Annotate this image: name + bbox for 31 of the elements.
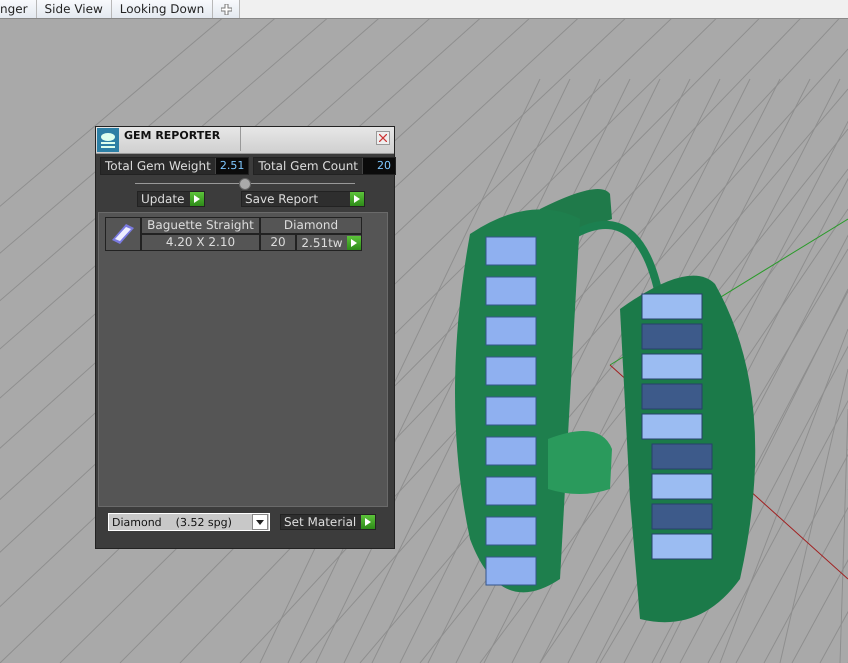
gem-count: 20	[260, 234, 296, 251]
material-dropdown[interactable]: Diamond (3.52 spg)	[108, 513, 270, 531]
caret-icon	[256, 520, 264, 524]
action-button[interactable]: Update	[137, 191, 205, 207]
baguette-gem-icon	[110, 222, 136, 246]
splitter-handle[interactable]	[239, 178, 251, 190]
set-material-button[interactable]: Set Material	[280, 514, 376, 530]
stat-value: 2.51	[214, 158, 248, 174]
gem-thumbnail[interactable]	[105, 217, 141, 251]
gem-weight: 2.51tw	[300, 236, 344, 250]
plus-icon	[220, 4, 232, 14]
gem-size: 4.20 X 2.10	[141, 234, 260, 251]
panel-title: GEM REPORTER	[119, 127, 241, 151]
play-icon	[194, 195, 200, 203]
play-icon	[354, 195, 360, 203]
view-tab[interactable]: nger	[0, 0, 37, 18]
gem-material: Diamond	[260, 217, 362, 234]
action-button[interactable]: Save Report	[241, 191, 365, 207]
stat-label: Total Gem Weight	[104, 158, 212, 174]
stat-label: Total Gem Count	[257, 158, 360, 174]
view-tab[interactable]: Looking Down	[112, 0, 214, 18]
close-icon	[379, 134, 387, 142]
add-tab-button[interactable]	[213, 0, 240, 18]
play-icon	[365, 518, 371, 526]
play-icon	[351, 238, 357, 246]
stat-value: 20	[362, 158, 396, 174]
view-tab[interactable]: Side View	[36, 0, 112, 18]
app-icon	[97, 128, 119, 152]
gem-cut: Baguette Straight	[141, 217, 260, 234]
close-button[interactable]	[376, 131, 390, 145]
go-button[interactable]	[347, 236, 361, 250]
